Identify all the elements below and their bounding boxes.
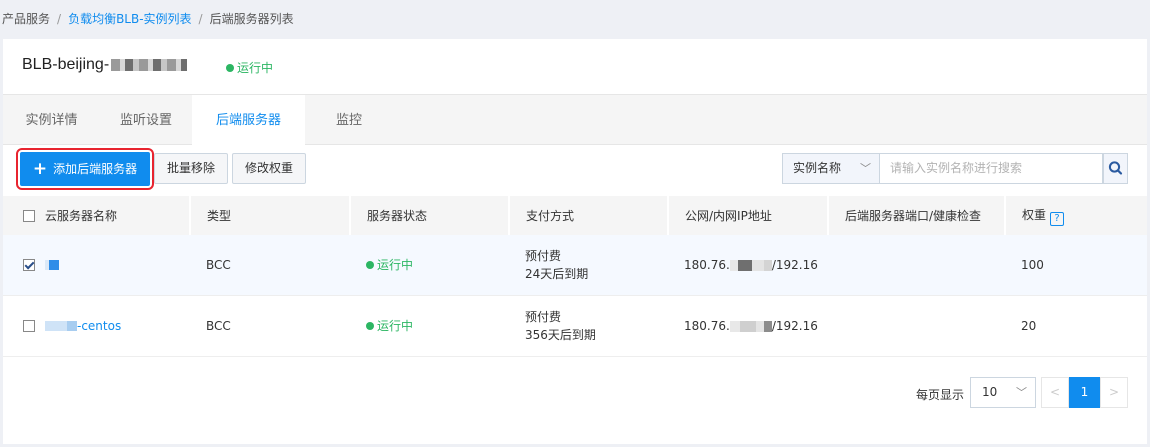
add-backend-server-button[interactable]: + 添加后端服务器 [16, 148, 154, 190]
tab-listener-settings[interactable]: 监听设置 [100, 95, 192, 145]
instance-header: BLB-beijing- 运行中 [3, 39, 1147, 95]
search-field-select[interactable]: 实例名称 ﹀ [782, 153, 880, 184]
redacted-server-name[interactable] [45, 260, 59, 271]
status-dot-icon [226, 64, 234, 72]
column-header-name: 云服务器名称 [3, 196, 191, 235]
breadcrumb-item-blb-list[interactable]: 负载均衡BLB-实例列表 [68, 12, 191, 26]
page-size-label: 每页显示 [916, 388, 965, 402]
status-dot-icon [366, 321, 374, 330]
server-name-cell [3, 235, 190, 296]
type-cell: BCC [190, 235, 350, 296]
server-name-cell: -centos [3, 295, 190, 357]
column-header-status: 服务器状态 [350, 196, 510, 235]
column-header-type: 类型 [190, 196, 351, 235]
status-cell: 运行中 [350, 235, 509, 296]
tab-instance-detail[interactable]: 实例详情 [3, 95, 100, 145]
type-cell: BCC [190, 295, 350, 357]
tab-bar: 实例详情 监听设置 后端服务器 监控 [3, 95, 1147, 146]
table-row[interactable]: BCC 运行中 预付费 24天后到期 180.76./192.16 100 [3, 235, 1147, 296]
breadcrumb-separator: / [57, 12, 62, 26]
search-button[interactable] [1103, 153, 1128, 184]
server-name-link[interactable]: -centos [77, 319, 121, 333]
breadcrumb-item-products[interactable]: 产品服务 [2, 12, 50, 26]
tab-monitoring[interactable]: 监控 [305, 95, 393, 145]
status-cell: 运行中 [350, 295, 509, 357]
breadcrumb-item-current: 后端服务器列表 [209, 12, 294, 26]
prev-page-button[interactable]: < [1041, 377, 1069, 408]
search-icon [1108, 161, 1123, 175]
main-card: BLB-beijing- 运行中 实例详情 监听设置 后端服务器 监控 + 添加后… [3, 39, 1147, 444]
weight-cell: 20 [1005, 295, 1147, 357]
edit-weight-button[interactable]: 修改权重 [232, 153, 306, 184]
redacted-ip [729, 320, 772, 332]
payment-cell: 预付费 356天后到期 [509, 295, 668, 357]
weight-cell: 100 [1005, 235, 1147, 296]
column-header-payment: 支付方式 [509, 196, 669, 235]
ip-cell: 180.76./192.16 [668, 235, 828, 296]
row-checkbox[interactable] [23, 319, 35, 332]
redacted-ip [729, 259, 772, 271]
redacted-instance-id [111, 58, 188, 71]
instance-name: BLB-beijing- [22, 56, 188, 74]
chevron-down-icon: ﹀ [860, 162, 871, 175]
page-size-select[interactable]: 10 ﹀ [970, 377, 1036, 408]
instance-status-badge: 运行中 [226, 59, 273, 76]
table-header-row: 云服务器名称 类型 服务器状态 支付方式 公网/内网IP地址 后端服务器端口/健… [3, 196, 1147, 235]
port-health-cell [828, 235, 1005, 296]
column-header-weight: 权重? [1005, 196, 1147, 235]
column-header-port-health: 后端服务器端口/健康检查 [828, 196, 1006, 235]
page-number-current[interactable]: 1 [1069, 377, 1100, 408]
row-checkbox[interactable] [23, 258, 35, 271]
search-input[interactable]: 请输入实例名称进行搜索 [880, 153, 1103, 184]
plus-icon: + [32, 159, 48, 179]
help-icon[interactable]: ? [1050, 211, 1065, 226]
breadcrumb-separator: / [198, 12, 203, 26]
breadcrumb: 产品服务 / 负载均衡BLB-实例列表 / 后端服务器列表 [2, 10, 294, 28]
table-row[interactable]: -centos BCC 运行中 预付费 356天后到期 180.76./192.1… [3, 295, 1147, 357]
redacted-server-name[interactable] [45, 321, 77, 331]
tab-backend-servers[interactable]: 后端服务器 [192, 95, 305, 146]
select-all-checkbox[interactable] [23, 210, 35, 222]
payment-cell: 预付费 24天后到期 [509, 235, 668, 296]
batch-remove-button[interactable]: 批量移除 [154, 153, 228, 184]
column-header-ip: 公网/内网IP地址 [668, 196, 829, 235]
chevron-down-icon: ﹀ [1016, 386, 1027, 399]
port-health-cell [828, 295, 1005, 357]
status-dot-icon [366, 260, 374, 269]
next-page-button[interactable]: > [1100, 377, 1128, 408]
ip-cell: 180.76./192.16 [668, 295, 828, 357]
backend-server-table: 云服务器名称 类型 服务器状态 支付方式 公网/内网IP地址 后端服务器端口/健… [3, 196, 1147, 357]
